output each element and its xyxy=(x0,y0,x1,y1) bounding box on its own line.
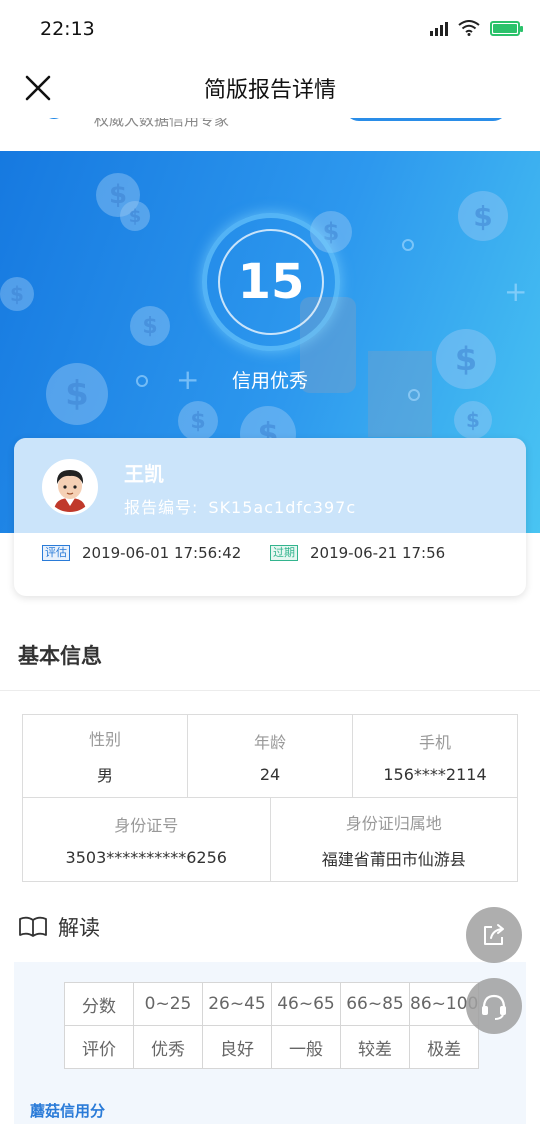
gender-value: 男 xyxy=(96,766,113,785)
interpret-title: 解读 xyxy=(18,912,100,942)
table-cell: 优秀 xyxy=(133,1025,203,1069)
stack-decoration xyxy=(368,351,432,437)
gender-label: 性别 xyxy=(88,730,121,749)
table-cell: 极差 xyxy=(408,1025,480,1069)
user-card: 王凯 报告编号: SK15ac1dfc397c 评估 2019-06-01 17:… xyxy=(14,438,526,596)
info-row: 性别 男 年龄 24 手机 156****2114 xyxy=(23,715,517,798)
interpret-panel: 分数 0~25 26~45 46~65 66~85 86~100 评价 优秀 良… xyxy=(14,962,526,1124)
table-cell: 评价 xyxy=(64,1025,134,1069)
share-button[interactable] xyxy=(466,907,522,963)
table-cell: 一般 xyxy=(271,1025,341,1069)
phone-label: 手机 xyxy=(418,732,451,752)
share-icon xyxy=(484,924,504,945)
basic-info-title: 基本信息 xyxy=(18,644,102,668)
phone-cell: 手机 156****2114 xyxy=(353,715,517,797)
age-cell: 年龄 24 xyxy=(188,715,353,797)
expire-date-row: 过期 2019-06-21 17:56 xyxy=(270,544,445,562)
book-icon xyxy=(19,916,47,937)
coin-decoration: $ xyxy=(458,191,508,241)
gender-cell: 性别 男 xyxy=(23,715,188,797)
nav-bar: 简版报告详情 xyxy=(0,58,540,118)
phone-value: 156****2114 xyxy=(383,764,487,784)
score-eval-row: 评价 优秀 良好 一般 较差 极差 xyxy=(64,1025,480,1069)
table-cell: 46~65 xyxy=(271,982,341,1026)
credit-level: 信用优秀 xyxy=(231,370,308,392)
id-place-label: 身份证归属地 xyxy=(345,813,442,833)
coin-decoration: $ xyxy=(130,306,170,346)
id-place-cell: 身份证归属地 福建省莆田市仙游县 xyxy=(271,798,518,881)
basic-info-table: 性别 男 年龄 24 手机 156****2114 身份证号 3503*****… xyxy=(22,714,518,882)
table-cell: 26~45 xyxy=(202,982,272,1026)
eval-tag: 评估 xyxy=(42,545,70,561)
signal-icon xyxy=(430,20,448,36)
avatar xyxy=(42,459,98,515)
table-cell: 分数 xyxy=(64,982,134,1026)
report-number-label: 报告编号: xyxy=(124,498,199,517)
table-cell: 良好 xyxy=(202,1025,272,1069)
expire-tag: 过期 xyxy=(270,545,298,561)
section-divider xyxy=(0,690,540,691)
page-title: 简版报告详情 xyxy=(203,78,336,103)
coin-decoration: $ xyxy=(0,277,34,311)
headset-icon xyxy=(482,994,506,1020)
coin-decoration: $ xyxy=(178,401,218,441)
report-number-value: SK15ac1dfc397c xyxy=(208,498,357,517)
score-range-row: 分数 0~25 26~45 46~65 66~85 86~100 xyxy=(64,982,480,1026)
battery-icon xyxy=(490,20,523,36)
status-bar: 22:13 xyxy=(0,0,540,58)
table-cell: 66~85 xyxy=(340,982,410,1026)
age-label: 年龄 xyxy=(253,732,286,752)
id-value: 3503**********6256 xyxy=(65,848,227,867)
id-place-value: 福建省莆田市仙游县 xyxy=(321,849,466,869)
table-cell: 0~25 xyxy=(133,982,203,1026)
info-row: 身份证号 3503**********6256 身份证归属地 福建省莆田市仙游县 xyxy=(23,798,517,881)
user-name: 王凯 xyxy=(124,462,164,486)
coin-decoration: $ xyxy=(454,401,492,439)
eval-date: 2019-06-01 17:56:42 xyxy=(82,544,242,562)
age-value: 24 xyxy=(259,764,281,784)
status-icons xyxy=(430,20,523,36)
customer-service-button[interactable] xyxy=(466,978,522,1034)
plus-decoration: + xyxy=(504,275,528,308)
id-cell: 身份证号 3503**********6256 xyxy=(23,798,271,881)
eval-date-row: 评估 2019-06-01 17:56:42 xyxy=(42,544,241,562)
ring-decoration xyxy=(402,239,414,251)
credit-score: 15 xyxy=(218,229,324,335)
wifi-icon xyxy=(458,20,480,36)
interpret-title-text: 解读 xyxy=(58,916,100,940)
coin-decoration: $ xyxy=(120,201,150,231)
id-label: 身份证号 xyxy=(114,816,179,835)
expire-date: 2019-06-21 17:56 xyxy=(310,544,446,562)
table-cell: 较差 xyxy=(340,1025,410,1069)
status-time: 22:13 xyxy=(40,18,95,40)
mushroom-credit-label: 蘑菇信用分 xyxy=(30,1102,106,1120)
score-grade-table: 分数 0~25 26~45 46~65 66~85 86~100 评价 优秀 良… xyxy=(64,982,480,1069)
report-number: 报告编号: SK15ac1dfc397c xyxy=(124,494,356,518)
